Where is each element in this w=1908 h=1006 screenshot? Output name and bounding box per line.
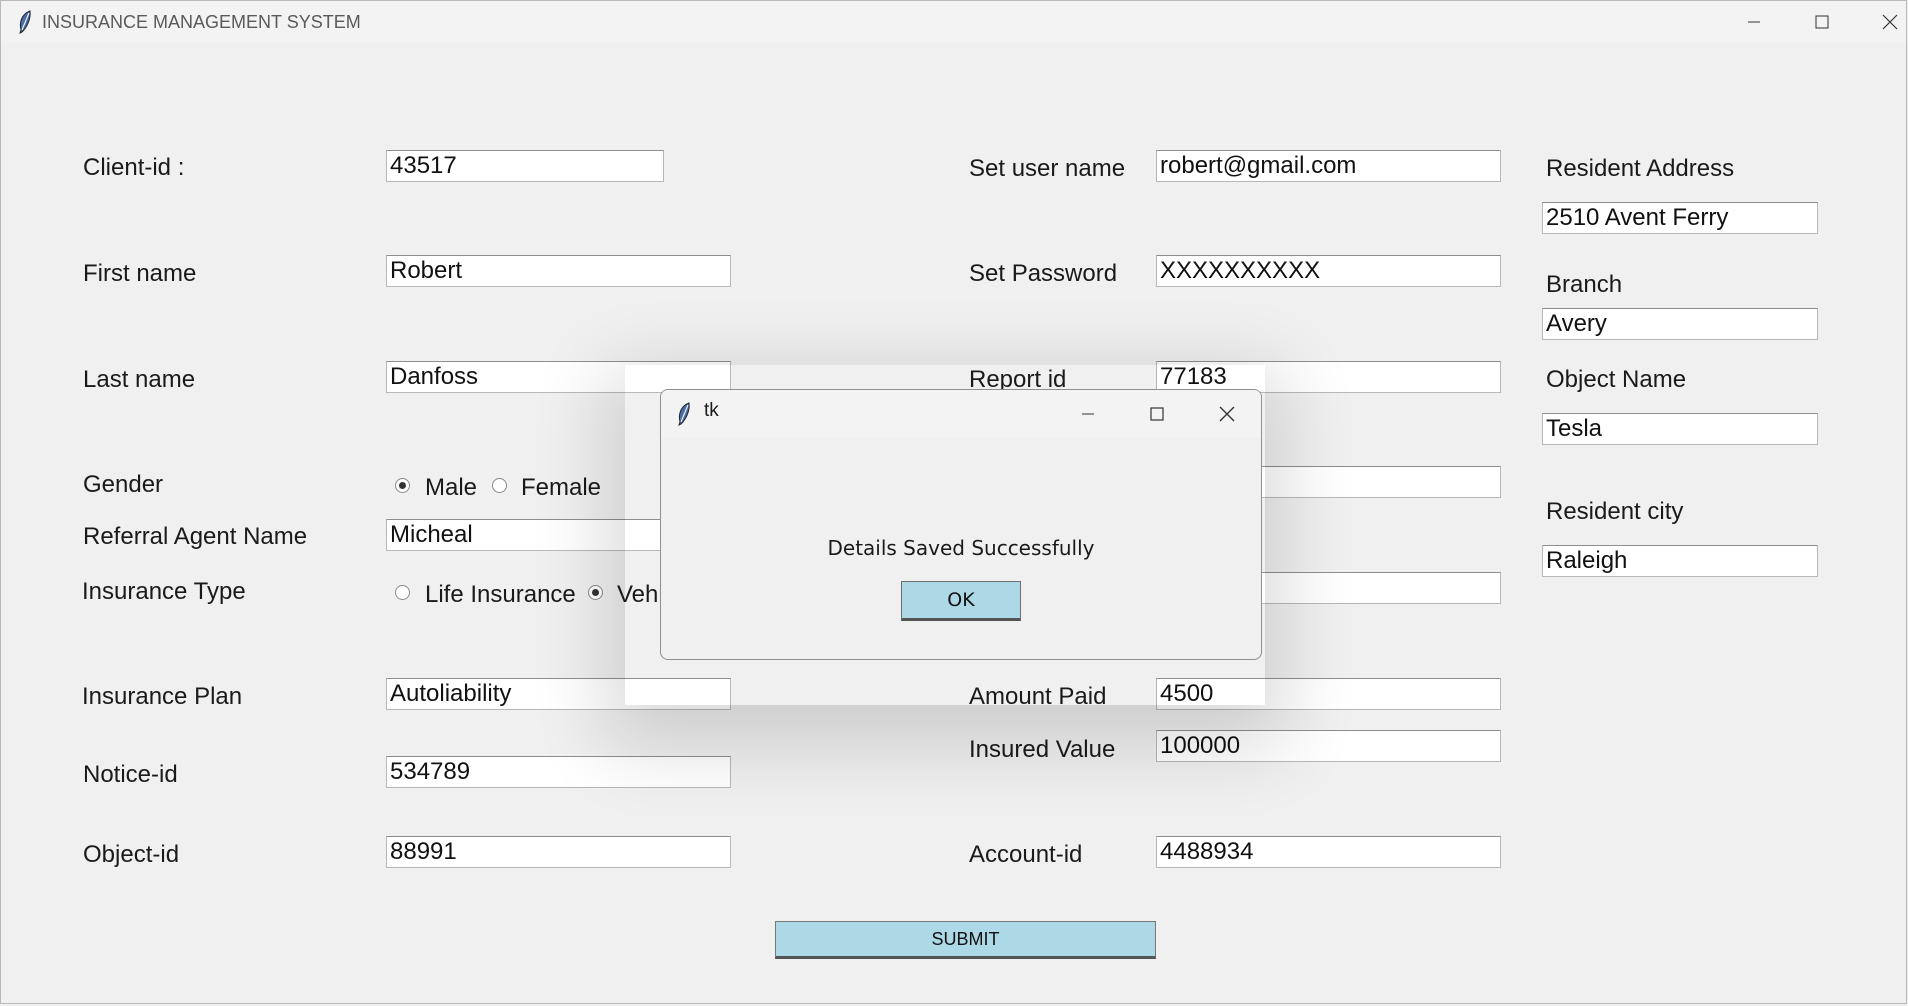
insured-value-label: Insured Value: [969, 736, 1116, 763]
ok-button[interactable]: OK: [901, 581, 1021, 621]
dialog-maximize-button[interactable]: [1126, 394, 1188, 434]
success-dialog: tk Details Saved Successfully OK: [660, 389, 1262, 660]
submit-button[interactable]: SUBMIT: [775, 921, 1156, 959]
password-label: Set Password: [969, 260, 1118, 287]
vehicle-insurance-radio[interactable]: [588, 585, 603, 600]
object-name-input[interactable]: Tesla: [1542, 413, 1818, 445]
gender-male-label[interactable]: Male: [425, 474, 477, 502]
last-name-label: Last name: [83, 366, 196, 393]
gender-label: Gender: [83, 471, 164, 498]
resident-address-input[interactable]: 2510 Avent Ferry: [1542, 202, 1818, 234]
gender-female-radio[interactable]: [492, 478, 507, 493]
dialog-minimize-button[interactable]: [1057, 394, 1119, 434]
life-insurance-radio[interactable]: [395, 585, 410, 600]
close-icon: [1219, 406, 1235, 422]
close-button[interactable]: [1856, 1, 1908, 43]
maximize-icon: [1150, 407, 1164, 421]
insurance-plan-input[interactable]: Autoliability: [386, 678, 731, 710]
minimize-button[interactable]: [1720, 1, 1788, 43]
notice-id-input[interactable]: 534789: [386, 756, 731, 788]
referral-agent-label: Referral Agent Name: [83, 523, 308, 550]
resident-city-input[interactable]: Raleigh: [1542, 545, 1818, 577]
feather-icon: [19, 10, 31, 34]
object-id-input[interactable]: 88991: [386, 836, 731, 868]
amount-paid-label: Amount Paid: [969, 683, 1107, 710]
dialog-title: tk: [704, 400, 719, 421]
first-name-input[interactable]: Robert: [386, 255, 731, 287]
insurance-type-label: Insurance Type: [82, 578, 246, 605]
gender-female-label[interactable]: Female: [521, 474, 601, 502]
resident-city-label: Resident city: [1546, 498, 1684, 525]
life-insurance-label[interactable]: Life Insurance: [425, 581, 576, 609]
client-id-input[interactable]: 43517: [386, 150, 664, 182]
insurance-plan-label: Insurance Plan: [82, 683, 243, 710]
maximize-button[interactable]: [1788, 1, 1856, 43]
first-name-label: First name: [83, 260, 197, 287]
dialog-close-button[interactable]: [1196, 394, 1258, 434]
object-name-label: Object Name: [1546, 366, 1687, 393]
dialog-message: Details Saved Successfully: [827, 536, 1095, 560]
minimize-icon: [1748, 21, 1760, 23]
window-title: INSURANCE MANAGEMENT SYSTEM: [42, 12, 361, 32]
gender-male-radio[interactable]: [395, 478, 410, 493]
branch-label: Branch: [1546, 271, 1623, 298]
vehicle-insurance-label[interactable]: Vehi: [617, 581, 664, 609]
account-id-label: Account-id: [969, 841, 1083, 868]
close-icon: [1882, 14, 1898, 30]
minimize-icon: [1082, 413, 1094, 415]
insured-value-input[interactable]: 100000: [1156, 730, 1501, 762]
window-titlebar[interactable]: INSURANCE MANAGEMENT SYSTEM: [1, 1, 1906, 43]
resident-address-label: Resident Address: [1546, 155, 1735, 182]
notice-id-label: Notice-id: [83, 761, 178, 788]
password-input[interactable]: XXXXXXXXXX: [1156, 255, 1501, 287]
object-id-label: Object-id: [83, 841, 180, 868]
account-id-input[interactable]: 4488934: [1156, 836, 1501, 868]
feather-icon: [678, 402, 690, 426]
dialog-titlebar[interactable]: tk: [661, 390, 1261, 438]
amount-paid-input[interactable]: 4500: [1156, 678, 1501, 710]
user-name-label: Set user name: [969, 155, 1126, 182]
client-id-label: Client-id :: [83, 154, 185, 181]
maximize-icon: [1815, 15, 1829, 29]
branch-input[interactable]: Avery: [1542, 308, 1818, 340]
user-name-input[interactable]: robert@gmail.com: [1156, 150, 1501, 182]
